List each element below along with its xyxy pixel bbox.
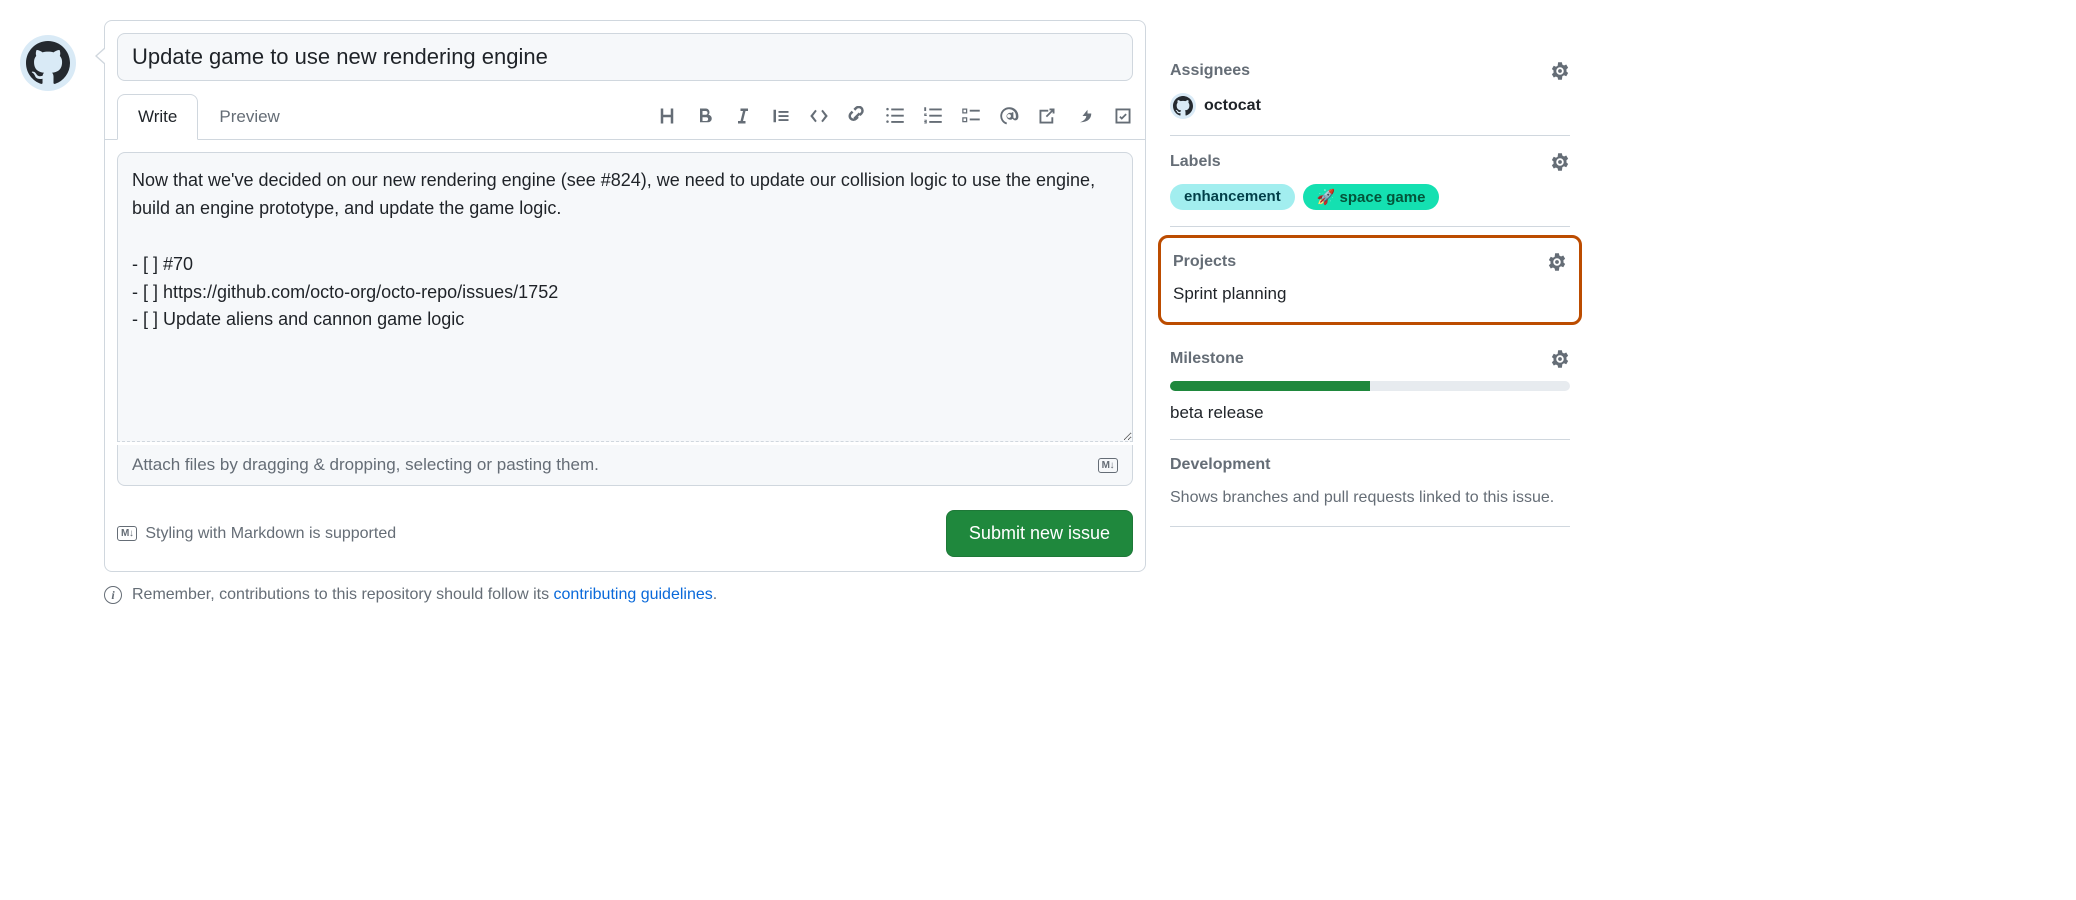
labels-title: Labels [1170, 153, 1221, 171]
guidelines-prefix: Remember, contributions to this reposito… [132, 586, 554, 603]
assignee-username: octocat [1204, 97, 1261, 115]
bold-icon[interactable] [695, 106, 715, 126]
sidebar-projects: Projects Sprint planning [1158, 235, 1582, 325]
gear-icon[interactable] [1550, 152, 1570, 172]
info-icon: i [104, 586, 122, 604]
label-pill[interactable]: 🚀 space game [1303, 184, 1440, 210]
sidebar-development: Development Shows branches and pull requ… [1170, 440, 1570, 527]
milestone-title: Milestone [1170, 350, 1244, 368]
link-icon[interactable] [847, 106, 867, 126]
attach-hint-text: Attach files by dragging & dropping, sel… [132, 455, 599, 475]
italic-icon[interactable] [733, 106, 753, 126]
label-pill[interactable]: enhancement [1170, 184, 1295, 210]
issue-sidebar: Assignees octocat Labels enhancement 🚀 sp… [1170, 20, 1570, 604]
sidebar-assignees: Assignees octocat [1170, 45, 1570, 136]
markdown-toolbar [657, 106, 1133, 126]
gear-icon[interactable] [1550, 349, 1570, 369]
assignee-avatar [1170, 93, 1196, 119]
issue-body-textarea[interactable] [117, 152, 1133, 442]
author-avatar[interactable] [20, 35, 76, 91]
markdown-hint-text: Styling with Markdown is supported [145, 525, 396, 543]
assignee-user[interactable]: octocat [1170, 93, 1570, 119]
new-issue-form: Write Preview [104, 20, 1146, 572]
project-name[interactable]: Sprint planning [1173, 284, 1567, 304]
sidebar-milestone: Milestone beta release [1170, 333, 1570, 440]
tab-write[interactable]: Write [117, 94, 198, 140]
contributing-guidelines-note: i Remember, contributions to this reposi… [104, 586, 1146, 604]
code-icon[interactable] [809, 106, 829, 126]
contributing-guidelines-link[interactable]: contributing guidelines [554, 586, 713, 603]
task-list-icon[interactable] [961, 106, 981, 126]
tab-preview[interactable]: Preview [198, 94, 300, 140]
mention-icon[interactable] [999, 106, 1019, 126]
reply-icon[interactable] [1075, 106, 1095, 126]
markdown-badge-icon: M↓ [117, 526, 137, 541]
author-avatar-column [20, 20, 80, 604]
milestone-progress-fill [1170, 381, 1370, 391]
ordered-list-icon[interactable] [923, 106, 943, 126]
suggestion-icon[interactable] [1113, 106, 1133, 126]
labels-list: enhancement 🚀 space game [1170, 184, 1570, 210]
markdown-support-hint[interactable]: M↓ Styling with Markdown is supported [117, 525, 396, 543]
assignees-title: Assignees [1170, 62, 1250, 80]
octocat-icon [26, 41, 70, 85]
editor-tab-toolbar: Write Preview [105, 93, 1145, 140]
issue-title-input[interactable] [117, 33, 1133, 81]
guidelines-suffix: . [713, 586, 717, 603]
gear-icon[interactable] [1550, 61, 1570, 81]
cross-reference-icon[interactable] [1037, 106, 1057, 126]
submit-issue-button[interactable]: Submit new issue [946, 510, 1133, 557]
markdown-badge-icon[interactable]: M↓ [1098, 458, 1118, 473]
quote-icon[interactable] [771, 106, 791, 126]
attach-files-bar[interactable]: Attach files by dragging & dropping, sel… [117, 445, 1133, 486]
sidebar-labels: Labels enhancement 🚀 space game [1170, 136, 1570, 227]
milestone-progress [1170, 381, 1570, 391]
milestone-name[interactable]: beta release [1170, 403, 1570, 423]
heading-icon[interactable] [657, 106, 677, 126]
development-title: Development [1170, 456, 1270, 474]
gear-icon[interactable] [1547, 252, 1567, 272]
unordered-list-icon[interactable] [885, 106, 905, 126]
octocat-icon [1173, 96, 1193, 116]
development-description: Shows branches and pull requests linked … [1170, 486, 1570, 510]
projects-title: Projects [1173, 253, 1236, 271]
